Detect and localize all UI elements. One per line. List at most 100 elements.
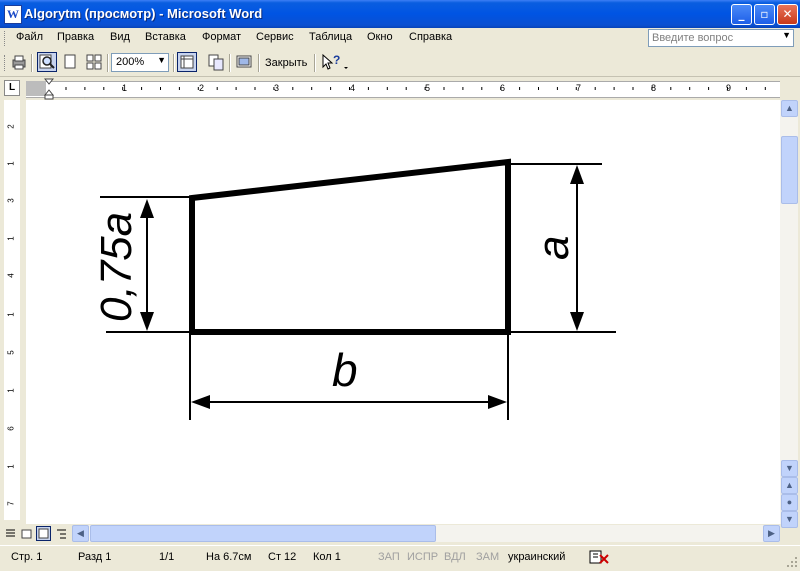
- minimize-button[interactable]: _: [731, 4, 752, 25]
- status-section[interactable]: Разд 1: [78, 551, 111, 563]
- scroll-left-button[interactable]: ◀: [72, 525, 89, 542]
- menu-insert[interactable]: Вставка: [145, 31, 186, 43]
- ruler-number: 6: [500, 83, 506, 93]
- ruler-number: 7: [6, 501, 16, 506]
- arrowhead: [191, 395, 210, 409]
- ruler-number: 1: [122, 83, 128, 93]
- ruler-number: 9: [726, 83, 732, 93]
- menu-view[interactable]: Вид: [110, 31, 130, 43]
- status-position[interactable]: На 6.7см: [206, 551, 251, 563]
- previous-page-button[interactable]: ▲: [781, 477, 798, 494]
- scroll-down-button[interactable]: ▼: [781, 460, 798, 477]
- magnifier-icon: [39, 54, 55, 69]
- chevron-down-icon[interactable]: ▼: [782, 30, 791, 40]
- menu-window[interactable]: Окно: [367, 31, 393, 43]
- tab-selector[interactable]: L: [4, 80, 20, 96]
- status-page[interactable]: Стр. 1: [11, 551, 42, 563]
- full-screen-icon: [236, 55, 252, 68]
- status-line[interactable]: Ст 12: [268, 551, 296, 563]
- ruler-number: 1: [6, 236, 16, 241]
- outline-view-button[interactable]: [55, 527, 68, 541]
- menu-table[interactable]: Таблица: [309, 31, 352, 43]
- resize-grip[interactable]: [786, 556, 798, 568]
- toolbar-separator: [107, 54, 109, 72]
- status-bar: [0, 545, 800, 571]
- multiple-pages-button[interactable]: [84, 52, 104, 72]
- label-width: b: [332, 344, 358, 396]
- select-browse-object-button[interactable]: ●: [781, 494, 798, 511]
- menu-edit[interactable]: Правка: [57, 31, 94, 43]
- label-height-left: 0,75a: [92, 212, 141, 322]
- next-page-button[interactable]: ▼: [781, 511, 798, 528]
- indent-marker[interactable]: [43, 78, 55, 100]
- zoom-select[interactable]: 200% ▼: [111, 53, 169, 72]
- print-layout-view-button[interactable]: [36, 526, 51, 541]
- status-language[interactable]: украинский: [508, 551, 565, 563]
- spelling-book-icon: [589, 550, 609, 564]
- printer-icon: [12, 55, 26, 70]
- ruler-number: 2: [6, 124, 16, 129]
- indent-marker-icon: [43, 78, 55, 100]
- status-extend[interactable]: ВДЛ: [444, 551, 466, 563]
- window-title: Algorytm (просмотр) - Microsoft Word: [24, 6, 263, 21]
- ruler-number: 7: [576, 83, 582, 93]
- magnifier-button[interactable]: [37, 52, 57, 72]
- status-column[interactable]: Кол 1: [313, 551, 341, 563]
- one-page-icon: [64, 54, 76, 69]
- scroll-right-button[interactable]: ▶: [763, 525, 780, 542]
- full-screen-button[interactable]: [234, 52, 254, 72]
- ruler-number: 1: [6, 312, 16, 317]
- status-pages[interactable]: 1/1: [159, 551, 174, 563]
- ruler-number: 6: [6, 426, 16, 431]
- ruler-ticks: [65, 87, 766, 90]
- close-preview-button[interactable]: Закрыть: [265, 57, 307, 69]
- status-record-macro[interactable]: ЗАП: [378, 551, 400, 563]
- ruler-number: 8: [651, 83, 657, 93]
- normal-view-icon: [6, 529, 15, 537]
- ruler-number: 4: [350, 83, 356, 93]
- ruler-number: 1: [6, 464, 16, 469]
- context-help-button[interactable]: ?: [320, 52, 350, 72]
- horizontal-scroll-thumb[interactable]: [90, 525, 436, 542]
- ruler-number: 2: [199, 83, 205, 93]
- toolbar-separator: [314, 54, 316, 72]
- arrowhead: [570, 312, 584, 331]
- vertical-scroll-thumb[interactable]: [781, 136, 798, 204]
- scroll-up-button[interactable]: ▲: [781, 100, 798, 117]
- trapezoid-drawing: 0,75a a b: [92, 158, 616, 420]
- menu-file[interactable]: Файл: [16, 31, 43, 43]
- ruler-number: 3: [6, 198, 16, 203]
- multiple-pages-icon: [86, 54, 102, 70]
- ruler-number: 4: [6, 273, 16, 278]
- toolbar-separator: [229, 54, 231, 72]
- arrowhead: [140, 199, 154, 218]
- word-app-icon[interactable]: W: [4, 5, 22, 24]
- toolbar-separator: [173, 54, 175, 72]
- spelling-status-button[interactable]: [588, 549, 610, 565]
- web-view-button[interactable]: [20, 527, 33, 541]
- ask-question-input[interactable]: Введите вопрос ▼: [648, 29, 794, 47]
- ruler-number: 1: [6, 388, 16, 393]
- toolbar-separator: [31, 54, 33, 72]
- maximize-button[interactable]: ▫: [754, 4, 775, 25]
- print-button[interactable]: [9, 52, 29, 72]
- ruler-number: 5: [6, 350, 16, 355]
- resize-grip-icon: [787, 557, 797, 567]
- label-height-right: a: [529, 236, 578, 260]
- toolbar-grip: [4, 55, 8, 71]
- shrink-to-fit-button[interactable]: [206, 52, 226, 72]
- menu-tools[interactable]: Сервис: [256, 31, 294, 43]
- status-track-changes[interactable]: ИСПР: [407, 551, 438, 563]
- status-overtype[interactable]: ЗАМ: [476, 551, 499, 563]
- chevron-down-icon[interactable]: ▼: [157, 55, 166, 65]
- print-layout-icon: [38, 528, 49, 539]
- normal-view-button[interactable]: [4, 527, 17, 541]
- view-ruler-button[interactable]: [177, 52, 197, 72]
- menu-help[interactable]: Справка: [409, 31, 452, 43]
- ruler-number: 5: [425, 83, 431, 93]
- close-button[interactable]: ✕: [777, 4, 798, 25]
- svg-text:?: ?: [333, 53, 340, 67]
- menu-format[interactable]: Формат: [202, 31, 241, 43]
- web-view-icon: [21, 529, 32, 539]
- one-page-button[interactable]: [60, 52, 80, 72]
